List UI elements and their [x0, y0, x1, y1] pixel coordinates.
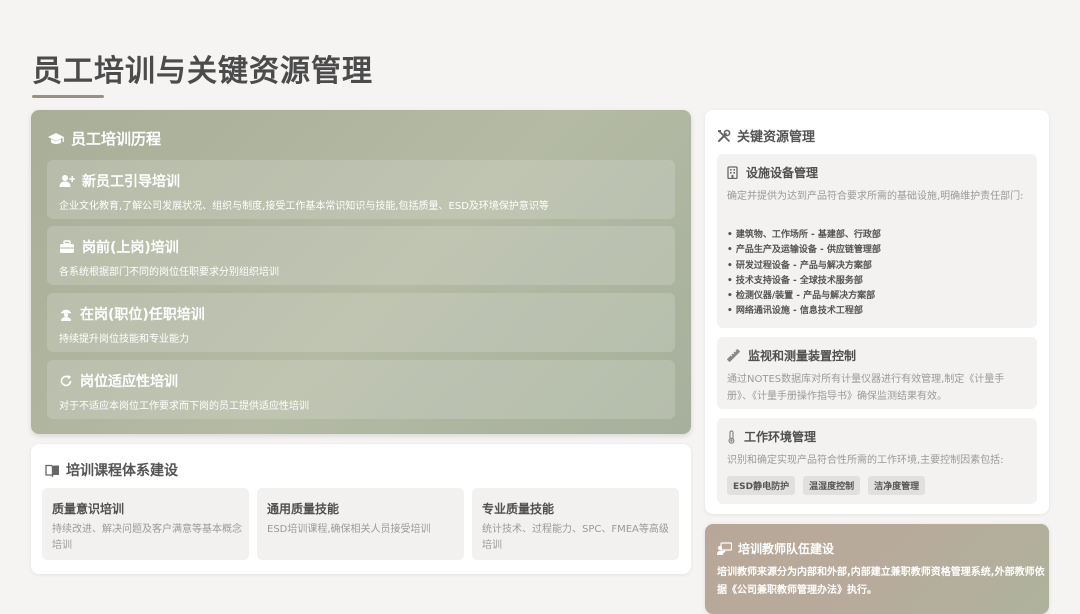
- key-resources-panel: 关键资源管理 设施设备管理 确定并提供为达到产品符合要求所需的基础设施,明确维护…: [705, 110, 1049, 514]
- course-card: 专业质量技能 统计技术、过程能力、SPC、FMEA等高级培训: [472, 488, 679, 560]
- environment-title: 工作环境管理: [744, 430, 817, 444]
- history-item-orientation: 新员工引导培训 企业文化教育,了解公司发展状况、组织与制度,接受工作基本常识知识…: [47, 160, 675, 219]
- graduation-cap-icon: [47, 132, 65, 146]
- history-item-title: 在岗(职位)任职培训: [80, 307, 205, 323]
- list-item: 建筑物、工作场所 - 基建部、行政部: [727, 228, 881, 243]
- course-card: 通用质量技能 ESD培训课程,确保相关人员接受培训: [257, 488, 464, 560]
- refresh-icon: [59, 374, 73, 388]
- tag: ESD静电防护: [727, 476, 796, 495]
- history-item-desc: 对于不适应本岗位工作要求而下岗的员工提供适应性培训: [59, 401, 309, 412]
- ruler-icon: [727, 349, 740, 362]
- history-item-on-job: 在岗(职位)任职培训 持续提升岗位技能和专业能力: [47, 293, 675, 352]
- facilities-list: 建筑物、工作场所 - 基建部、行政部 产品生产及运输设备 - 供应链管理部 研发…: [727, 228, 881, 320]
- list-item: 网络通讯设施 - 信息技术工程部: [727, 304, 881, 319]
- history-item-pre-job: 岗前(上岗)培训 各系统根据部门不同的岗位任职要求分别组织培训: [47, 226, 675, 285]
- title-underline: [32, 95, 104, 98]
- facilities-desc: 确定并提供为达到产品符合要求所需的基础设施,明确维护责任部门:: [727, 191, 1024, 202]
- course-desc: 持续改进、解决问题及客户满意等基本概念培训: [52, 524, 242, 551]
- course-desc: 统计技术、过程能力、SPC、FMEA等高级培训: [482, 524, 669, 551]
- course-title: 通用质量技能: [267, 502, 340, 516]
- environment-desc: 识别和确定实现产品符合性所需的工作环境,主要控制因素包括:: [727, 455, 1004, 466]
- history-item-desc: 各系统根据部门不同的岗位任职要求分别组织培训: [59, 267, 279, 278]
- environment-tags: ESD静电防护 温湿度控制 洁净度管理: [727, 476, 926, 495]
- curriculum-panel: 培训课程体系建设 质量意识培训 持续改进、解决问题及客户满意等基本概念培训 通用…: [31, 444, 691, 574]
- teacher-team-title: 培训教师队伍建设: [738, 542, 835, 556]
- list-item: 技术支持设备 - 全球技术服务部: [727, 274, 881, 289]
- curriculum-title: 培训课程体系建设: [66, 463, 178, 479]
- facilities-title: 设施设备管理: [746, 166, 819, 180]
- history-item-title: 新员工引导培训: [82, 174, 180, 190]
- facilities-card: 设施设备管理 确定并提供为达到产品符合要求所需的基础设施,明确维护责任部门: 建…: [717, 154, 1037, 328]
- thermometer-icon: [727, 429, 736, 444]
- teacher-team-desc: 培训教师来源分为内部和外部,内部建立兼职教师资格管理系统,外部教师依据《公司兼职…: [717, 567, 1045, 596]
- course-title: 质量意识培训: [52, 502, 125, 516]
- monitoring-desc: 通过NOTES数据库对所有计量仪器进行有效管理,制定《计量手册》、《计量手册操作…: [727, 374, 1005, 402]
- course-desc: ESD培训课程,确保相关人员接受培训: [267, 524, 431, 535]
- list-item: 产品生产及运输设备 - 供应链管理部: [727, 243, 881, 258]
- book-icon: [45, 464, 60, 477]
- course-card: 质量意识培训 持续改进、解决问题及客户满意等基本概念培训: [42, 488, 249, 560]
- page-title: 员工培训与关键资源管理: [32, 54, 373, 89]
- worker-icon: [59, 307, 73, 321]
- history-item-desc: 企业文化教育,了解公司发展状况、组织与制度,接受工作基本常识知识与技能,包括质量…: [59, 201, 549, 212]
- monitoring-card: 监视和测量装置控制 通过NOTES数据库对所有计量仪器进行有效管理,制定《计量手…: [717, 337, 1037, 409]
- list-item: 研发过程设备 - 产品与解决方案部: [727, 259, 881, 274]
- briefcase-icon: [59, 240, 75, 254]
- course-title: 专业质量技能: [482, 502, 555, 516]
- teacher-team-heading: 培训教师队伍建设: [717, 540, 834, 557]
- history-item-title: 岗位适应性培训: [80, 374, 178, 390]
- tools-icon: [717, 129, 731, 143]
- teacher-team-panel: 培训教师队伍建设 培训教师来源分为内部和外部,内部建立兼职教师资格管理系统,外部…: [705, 524, 1049, 614]
- building-icon: [727, 166, 738, 179]
- tag: 洁净度管理: [868, 476, 926, 495]
- history-item-title: 岗前(上岗)培训: [82, 240, 179, 256]
- key-resources-heading: 关键资源管理: [717, 126, 815, 145]
- training-history-heading: 员工培训历程: [47, 128, 161, 149]
- training-history-title: 员工培训历程: [71, 130, 162, 148]
- tag: 温湿度控制: [803, 476, 861, 495]
- key-resources-title: 关键资源管理: [737, 130, 816, 145]
- curriculum-heading: 培训课程体系建设: [45, 460, 178, 480]
- history-item-desc: 持续提升岗位技能和专业能力: [59, 334, 189, 345]
- environment-card: 工作环境管理 识别和确定实现产品符合性所需的工作环境,主要控制因素包括: ESD…: [717, 418, 1037, 504]
- list-item: 检测仪器/装置 - 产品与解决方案部: [727, 289, 881, 304]
- history-item-adaptation: 岗位适应性培训 对于不适应本岗位工作要求而下岗的员工提供适应性培训: [47, 360, 675, 419]
- teacher-icon: [717, 542, 732, 555]
- monitoring-title: 监视和测量装置控制: [748, 349, 857, 363]
- user-plus-icon: [59, 174, 75, 188]
- training-history-panel: 员工培训历程 新员工引导培训 企业文化教育,了解公司发展状况、组织与制度,接受工…: [31, 110, 691, 434]
